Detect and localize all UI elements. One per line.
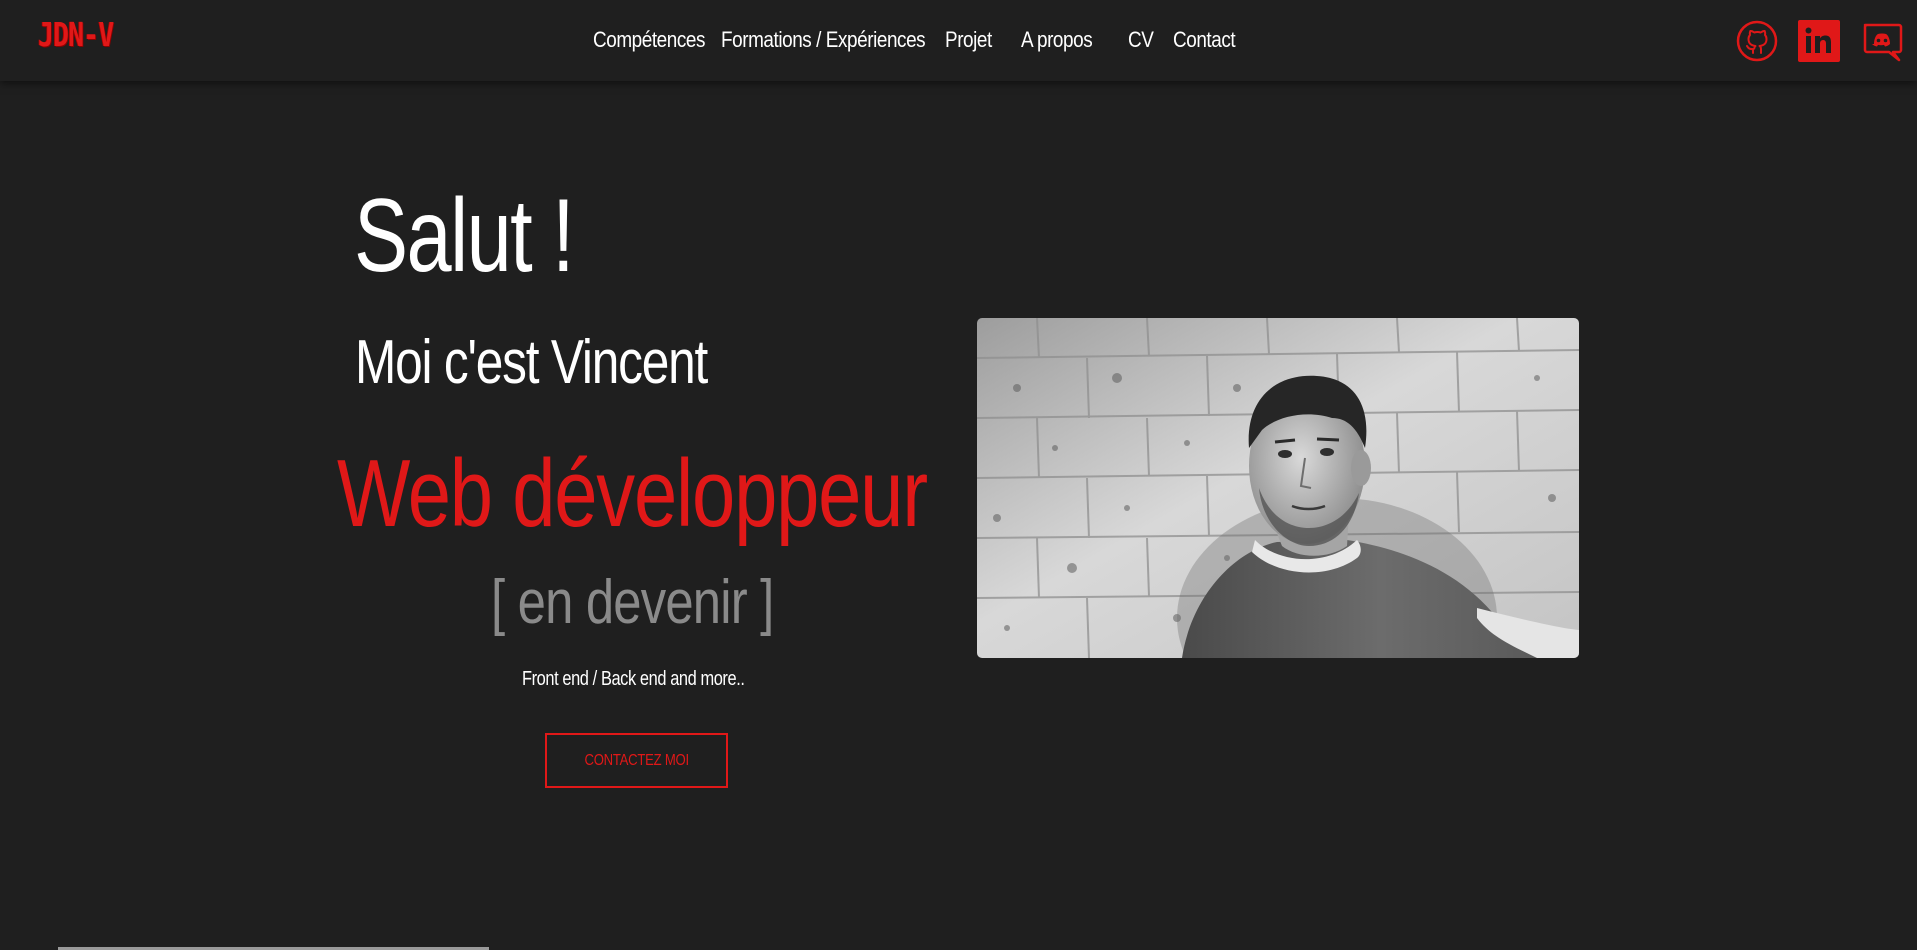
linkedin-link[interactable] (1798, 20, 1840, 62)
nav-link-contact[interactable]: Contact (1173, 22, 1236, 58)
discord-icon (1863, 23, 1903, 62)
linkedin-icon (1798, 20, 1840, 62)
nav-link-cv[interactable]: CV (1128, 22, 1154, 58)
github-icon (1736, 20, 1778, 62)
discord-link[interactable] (1861, 20, 1903, 62)
hero-tagline: Front end / Back end and more.. (522, 668, 745, 690)
navbar: JDN-V Compétences Formations / Expérienc… (0, 0, 1917, 81)
hero-role: Web développeur (337, 440, 928, 547)
portrait-image (977, 318, 1579, 658)
portrait-photo (977, 318, 1579, 658)
site-logo[interactable]: JDN-V (38, 18, 114, 51)
nav-link-projet[interactable]: Projet (945, 22, 994, 58)
hero-subtitle: Moi c'est Vincent (355, 328, 708, 397)
nav-link-formations[interactable]: Formations / Expériences (721, 22, 926, 58)
nav-link-competences[interactable]: Compétences (593, 22, 705, 58)
hero-becoming: [ en devenir ] (491, 568, 774, 637)
main-nav: Compétences Formations / Expériences Pro… (593, 22, 1262, 58)
hero-title: Salut ! (354, 178, 575, 294)
github-link[interactable] (1736, 20, 1778, 62)
contact-me-label: CONTACTEZ MOI (584, 751, 689, 769)
nav-link-a-propos[interactable]: A propos (1021, 22, 1097, 58)
contact-me-button[interactable]: CONTACTEZ MOI (545, 733, 728, 788)
